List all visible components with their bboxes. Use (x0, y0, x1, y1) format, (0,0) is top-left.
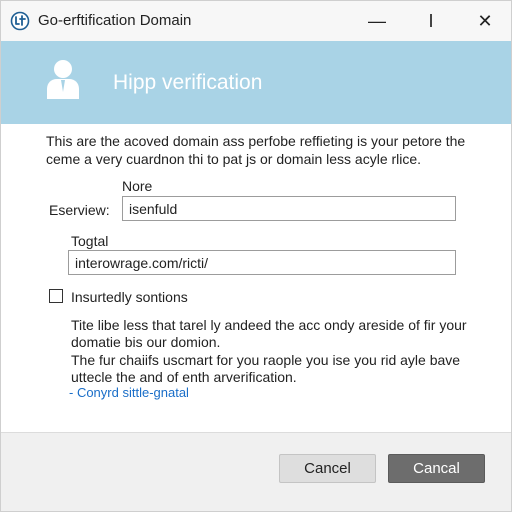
overview-input[interactable] (122, 196, 456, 221)
globe-badge-icon (10, 11, 30, 31)
window-title: Go-erftification Domain (38, 12, 192, 29)
paragraph-line: uttecle the and of enth arverification. (71, 369, 297, 385)
paragraph-line: Tite libe less that tarel ly andeed the … (71, 317, 467, 333)
paragraph-line: The fur chaiifs uscmart for you raople y… (71, 352, 461, 368)
minimize-button[interactable]: — (355, 5, 399, 37)
primary-cancel-button[interactable]: Cancal (388, 454, 485, 483)
maximize-button[interactable]: I (409, 5, 453, 37)
info-paragraph: The fur chaiifs uscmart for you raople y… (71, 352, 471, 386)
info-paragraph: Tite libe less that tarel ly andeed the … (71, 317, 471, 351)
intro-text: This are the acoved domain ass perfobe r… (46, 132, 476, 168)
dialog-footer: Cancel Cancal (1, 432, 511, 511)
title-bar[interactable]: Go-erftification Domain — I ✕ (1, 1, 511, 41)
cancel-button[interactable]: Cancel (279, 454, 376, 483)
paragraph-line: domatie bis our domion. (71, 334, 221, 350)
banner-title: Hipp verification (113, 71, 263, 94)
intro-line: ceme a very cuardnon thi to pat js or do… (46, 151, 422, 167)
close-button[interactable]: ✕ (463, 5, 507, 37)
overview-label: Eserview: (49, 202, 110, 218)
total-url-input[interactable] (68, 250, 456, 275)
total-label: Togtal (71, 233, 109, 249)
sontions-checkbox[interactable] (49, 289, 63, 303)
header-banner: Hipp verification (1, 41, 511, 124)
intro-line: This are the acoved domain ass perfobe r… (46, 133, 466, 149)
dialog-content: This are the acoved domain ass perfobe r… (1, 124, 511, 432)
name-label: Nore (122, 178, 153, 194)
dialog-window: Go-erftification Domain — I ✕ Hipp verif… (0, 0, 512, 512)
help-link[interactable]: - Conyrd sittle-gnatal (69, 385, 189, 400)
checkbox-label[interactable]: Insurtedly sontions (71, 289, 188, 305)
user-icon (45, 57, 81, 103)
